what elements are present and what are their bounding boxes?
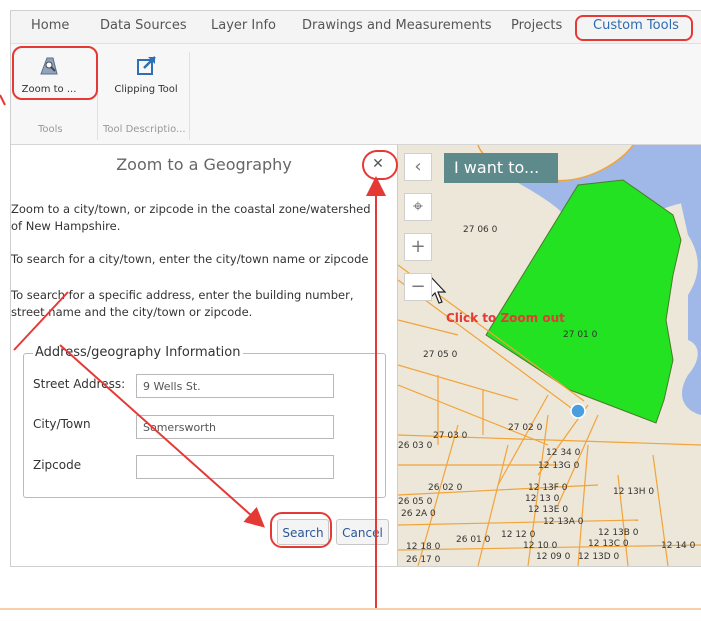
city-town-label: City/Town (33, 417, 91, 431)
parcel-label: 12 13D 0 (578, 552, 620, 562)
bottom-divider (0, 608, 701, 610)
parcel-label: 12 13B 0 (598, 528, 639, 538)
parcel-label: 12 09 0 (536, 552, 571, 562)
parcel-label: 27 01 0 (563, 330, 598, 340)
parcel-label: 12 13C 0 (588, 539, 629, 549)
parcel-label: 12 18 0 (406, 542, 441, 552)
parcel-label: 12 13F 0 (528, 483, 568, 493)
tab-drawings-and-measurements[interactable]: Drawings and Measurements (302, 18, 492, 33)
map-view[interactable]: ‹ I want to... ⌖ + − Click to Zoom out 2… (398, 145, 701, 566)
parcel-label: 12 13 0 (525, 494, 560, 504)
parcel-label: 12 34 0 (546, 448, 581, 458)
parcel-label: 27 06 0 (463, 225, 498, 235)
zoom-in-button[interactable]: + (404, 233, 432, 261)
tab-home[interactable]: Home (31, 18, 69, 33)
clipping-tool-icon (137, 56, 156, 75)
panel-title: Zoom to a Geography (116, 155, 292, 174)
ribbon-group-tool-description: Tool Descriptio... (103, 124, 186, 135)
parcel-label: 26 17 0 (406, 555, 441, 565)
highlight-zoom-to (12, 46, 98, 100)
parcel-label: 12 13G 0 (538, 461, 580, 471)
ribbon-separator (189, 52, 190, 140)
chevron-left-icon: ‹ (414, 156, 422, 177)
parcel-label: 27 02 0 (508, 423, 543, 433)
parcel-label: 27 03 0 (433, 431, 468, 441)
i-want-to-button[interactable]: I want to... (444, 153, 558, 183)
app-window: Home Data Sources Layer Info Drawings an… (10, 10, 701, 567)
description-line: of New Hampshire. (11, 219, 121, 233)
tab-projects[interactable]: Projects (511, 18, 562, 33)
zoom-out-button[interactable]: − (404, 273, 432, 301)
fieldset-legend: Address/geography Information (33, 345, 243, 360)
city-town-input[interactable]: Somersworth (136, 415, 334, 439)
minus-icon: − (410, 276, 426, 297)
parcel-label: 12 10 0 (523, 541, 558, 551)
highlight-search (270, 512, 332, 548)
parcel-label: 12 12 0 (501, 530, 536, 540)
zoom-out-annotation: Click to Zoom out (446, 311, 565, 325)
description-line: Zoom to a city/town, or zipcode in the c… (11, 202, 371, 216)
street-address-input[interactable]: 9 Wells St. (136, 374, 334, 398)
parcel-label: 27 05 0 (423, 350, 458, 360)
ribbon-group-tools: Tools (38, 124, 63, 135)
parcel-label: 26 02 0 (428, 483, 463, 493)
parcel-label: 26 05 0 (398, 497, 433, 507)
plus-icon: + (410, 236, 426, 257)
zoom-to-geography-panel: Zoom to a Geography ✕ Zoom to a city/tow… (11, 145, 398, 566)
ribbon: Zoom to ... Clipping Tool Tools Tool Des… (11, 44, 701, 145)
parcel-label: 12 13A 0 (543, 517, 584, 527)
highlight-custom-tools (575, 15, 693, 41)
description-line: To search for a specific address, enter … (11, 288, 354, 302)
clipping-tool-button[interactable]: Clipping Tool (106, 54, 186, 95)
description-line: To search for a city/town, enter the cit… (11, 252, 369, 266)
zipcode-label: Zipcode (33, 458, 82, 472)
parcel-label: 12 14 0 (661, 541, 696, 551)
highlight-close (362, 150, 398, 180)
crosshair-icon: ⌖ (412, 196, 424, 217)
zipcode-input[interactable] (136, 455, 334, 479)
tab-data-sources[interactable]: Data Sources (100, 18, 187, 33)
collapse-panel-button[interactable]: ‹ (404, 153, 432, 181)
clipping-tool-label: Clipping Tool (114, 84, 178, 95)
locate-button[interactable]: ⌖ (404, 193, 432, 221)
street-address-label: Street Address: (33, 377, 126, 391)
parcel-label: 26 2A 0 (401, 509, 436, 519)
parcel-label: 12 13H 0 (613, 487, 655, 497)
parcel-label: 26 03 0 (398, 441, 433, 451)
parcel-label: 26 01 0 (456, 535, 491, 545)
cancel-button[interactable]: Cancel (336, 519, 389, 545)
description-line: street name and the city/town or zipcode… (11, 305, 253, 319)
parcel-label: 12 13E 0 (528, 505, 569, 515)
tab-layer-info[interactable]: Layer Info (211, 18, 276, 33)
